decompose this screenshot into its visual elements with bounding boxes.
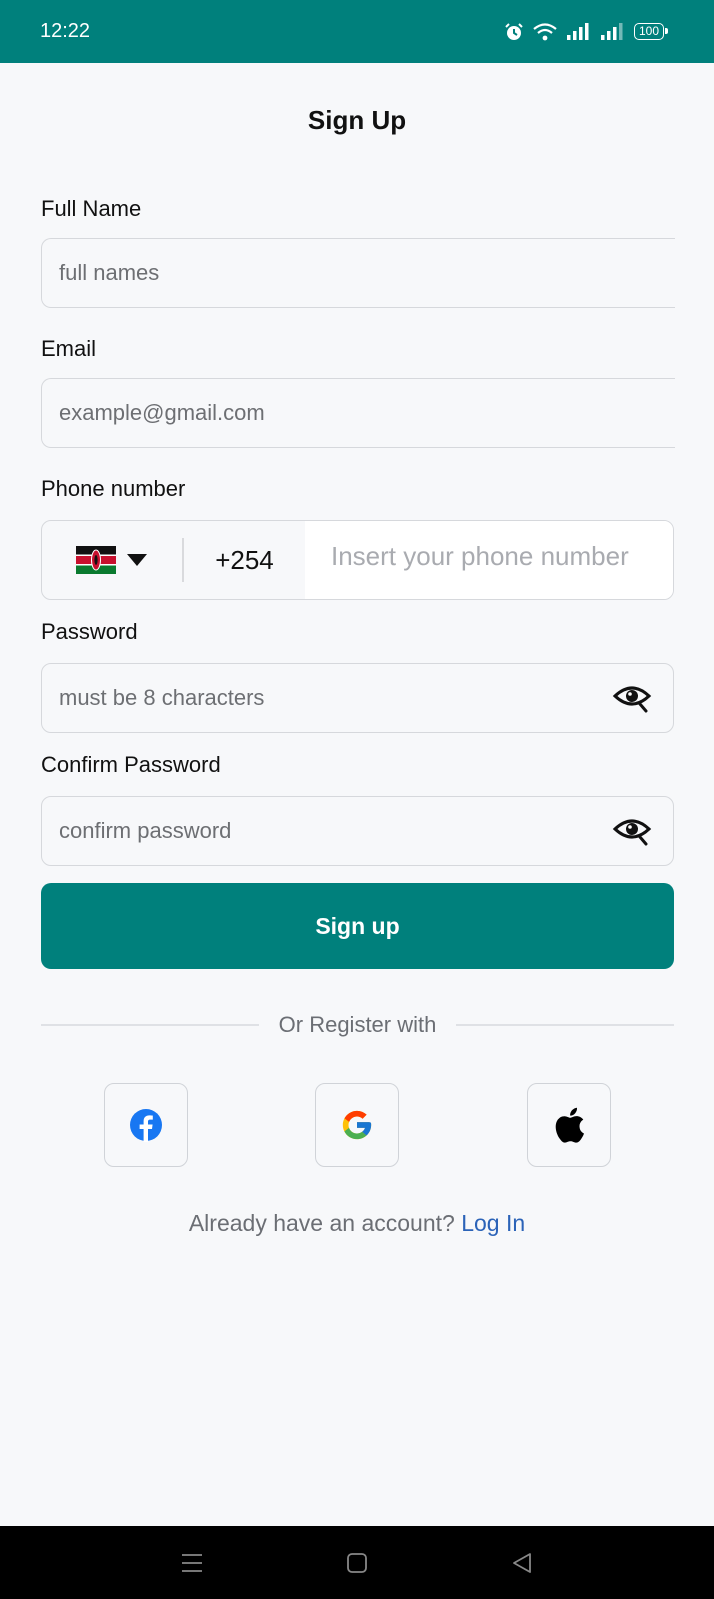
menu-icon[interactable]: [181, 1553, 203, 1573]
status-icons: 100: [504, 22, 669, 42]
apple-icon: [555, 1107, 584, 1143]
back-icon[interactable]: [511, 1552, 533, 1574]
email-label: Email: [41, 336, 97, 361]
full-name-input[interactable]: full names: [41, 238, 675, 308]
confirm-password-placeholder: confirm password: [59, 818, 232, 843]
password-placeholder: must be 8 characters: [59, 685, 265, 710]
divider-line-left: [41, 1024, 259, 1026]
status-bar: 12:22 100: [0, 0, 714, 63]
eye-icon: [612, 686, 652, 713]
login-link[interactable]: Log In: [461, 1210, 525, 1236]
eye-icon: [612, 819, 652, 846]
home-icon[interactable]: [346, 1552, 368, 1574]
divider-line-right: [456, 1024, 674, 1026]
chevron-down-icon: [127, 554, 147, 566]
confirm-password-input[interactable]: confirm password: [41, 796, 674, 866]
facebook-icon: [130, 1109, 162, 1142]
or-divider: Or Register with: [41, 1010, 674, 1040]
email-placeholder: example@gmail.com: [59, 400, 265, 425]
password-label: Password: [41, 619, 138, 644]
signal-icon: [566, 22, 589, 40]
apple-button[interactable]: [527, 1083, 611, 1167]
battery-icon: 100: [633, 23, 669, 40]
country-select[interactable]: [42, 521, 182, 599]
phone-label: Phone number: [41, 476, 186, 501]
full-name-label: Full Name: [41, 196, 142, 221]
wifi-icon: [533, 22, 557, 40]
dial-code: +254: [215, 544, 274, 575]
toggle-confirm-password-visibility[interactable]: [612, 814, 652, 848]
login-prompt-text: Already have an account?: [188, 1210, 455, 1236]
login-prompt: Already have an account? Log In: [0, 1210, 714, 1237]
kenya-flag-icon: [76, 546, 116, 574]
phone-placeholder: Insert your phone number: [331, 541, 629, 571]
google-icon: [342, 1110, 372, 1140]
or-register-text: Or Register with: [278, 1012, 437, 1037]
signal-icon-2: [600, 22, 623, 40]
facebook-button[interactable]: [104, 1083, 188, 1167]
system-nav-bar: [0, 1526, 714, 1599]
status-time: 12:22: [40, 20, 91, 42]
email-input[interactable]: example@gmail.com: [41, 378, 675, 448]
full-name-placeholder: full names: [59, 260, 160, 285]
phone-field: +254 Insert your phone number: [41, 520, 674, 600]
google-button[interactable]: [315, 1083, 399, 1167]
phone-input[interactable]: Insert your phone number: [305, 521, 673, 599]
password-input[interactable]: must be 8 characters: [41, 663, 674, 733]
toggle-password-visibility[interactable]: [612, 681, 652, 715]
page-title: Sign Up: [307, 105, 407, 135]
sign-up-button[interactable]: Sign up: [41, 883, 674, 969]
alarm-icon: [505, 22, 523, 40]
confirm-password-label: Confirm Password: [41, 752, 221, 777]
